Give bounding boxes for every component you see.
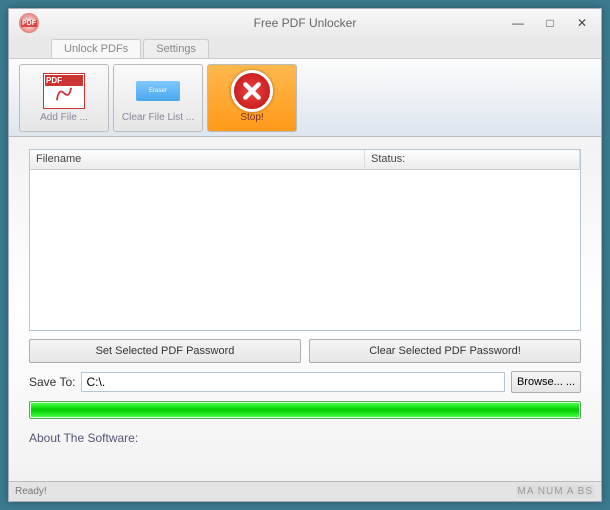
pdf-file-icon — [42, 72, 86, 110]
stop-button[interactable]: Stop! — [207, 64, 297, 132]
titlebar[interactable]: Free PDF Unlocker — □ ✕ — [9, 9, 601, 37]
app-window: Free PDF Unlocker — □ ✕ Unlock PDFs Sett… — [8, 8, 602, 502]
save-to-row: Save To: Browse... ... — [29, 371, 581, 393]
progress-fill — [31, 403, 579, 417]
file-list[interactable]: Filename Status: — [29, 149, 581, 331]
window-title: Free PDF Unlocker — [254, 16, 357, 30]
status-text: Ready! — [15, 486, 47, 497]
toolbar: Add File ... Clear File List ... Stop! — [9, 59, 601, 137]
tabbar: Unlock PDFs Settings — [9, 37, 601, 59]
eraser-icon — [136, 72, 180, 110]
progress-bar — [29, 401, 581, 419]
save-to-label: Save To: — [29, 375, 75, 389]
add-file-button[interactable]: Add File ... — [19, 64, 109, 132]
tab-settings[interactable]: Settings — [143, 39, 209, 58]
statusbar: Ready! MA NUM A BS — [9, 481, 601, 501]
add-file-label: Add File ... — [40, 112, 88, 123]
about-link[interactable]: About The Software: — [29, 427, 581, 445]
tab-unlock-pdfs[interactable]: Unlock PDFs — [51, 39, 141, 58]
stop-label: Stop! — [240, 112, 263, 123]
minimize-button[interactable]: — — [503, 13, 533, 33]
close-button[interactable]: ✕ — [567, 13, 597, 33]
column-status[interactable]: Status: — [365, 150, 580, 169]
save-path-input[interactable] — [81, 372, 505, 392]
keyboard-indicators: MA NUM A BS — [516, 485, 595, 498]
password-button-row: Set Selected PDF Password Clear Selected… — [29, 339, 581, 363]
main-area: Filename Status: Set Selected PDF Passwo… — [9, 137, 601, 481]
set-password-button[interactable]: Set Selected PDF Password — [29, 339, 301, 363]
browse-button[interactable]: Browse... ... — [511, 371, 581, 393]
clear-file-list-button[interactable]: Clear File List ... — [113, 64, 203, 132]
clear-file-list-label: Clear File List ... — [122, 112, 194, 123]
stop-icon — [230, 72, 274, 110]
list-header: Filename Status: — [30, 150, 580, 170]
app-icon — [19, 13, 39, 33]
clear-password-button[interactable]: Clear Selected PDF Password! — [309, 339, 581, 363]
column-filename[interactable]: Filename — [30, 150, 365, 169]
maximize-button[interactable]: □ — [535, 13, 565, 33]
